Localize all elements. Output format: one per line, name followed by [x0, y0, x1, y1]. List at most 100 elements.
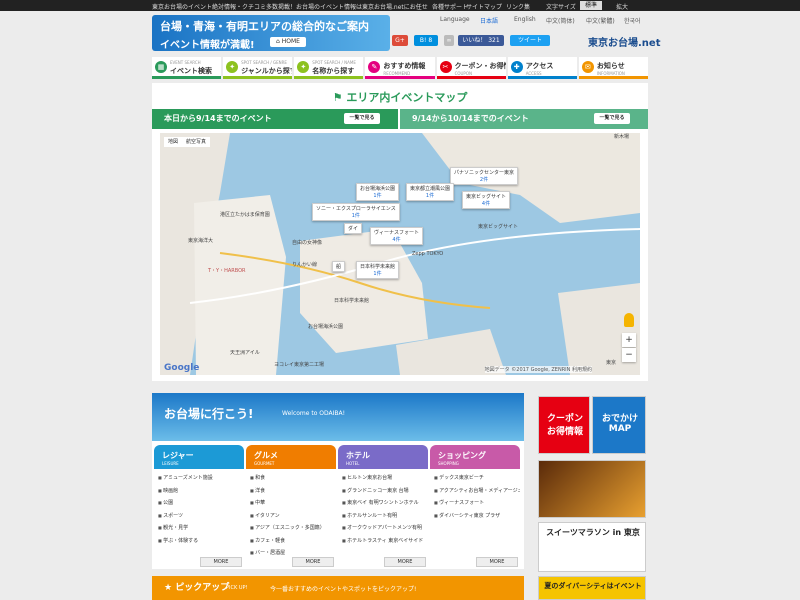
- marker-count[interactable]: 1件: [410, 192, 450, 199]
- list-item[interactable]: ホテルトラスティ 東京ベイサイド: [342, 535, 428, 548]
- nav-information[interactable]: ✉ お知らせ INFORMATION: [578, 57, 648, 79]
- list-item[interactable]: アクアシティお台場・メディアージュ: [434, 485, 520, 498]
- header: 台場・青海・有明エリアの総合的なご案内 イベント情報が満載! ⌂ HOME La…: [152, 11, 660, 53]
- more-button[interactable]: MORE: [476, 557, 518, 567]
- map-marker[interactable]: ダイ: [344, 223, 363, 234]
- marker-count[interactable]: 1件: [316, 212, 396, 219]
- marker-count[interactable]: 1件: [360, 270, 395, 277]
- nav-name-search[interactable]: ✦ SPOT SEARCH / NAME 名称から探す: [294, 57, 364, 79]
- coupon-banner[interactable]: クーポンお得情報: [538, 396, 590, 454]
- sitemap-link[interactable]: サイトマップ: [466, 2, 502, 11]
- marker-count[interactable]: 2件: [454, 176, 514, 183]
- sweets-marathon-banner[interactable]: スイーツマラソン in 東京: [538, 522, 646, 572]
- list-item[interactable]: 映画館: [158, 485, 244, 498]
- zoom-out-button[interactable]: −: [622, 348, 636, 362]
- map-marker[interactable]: 東京都立潮風公園 1件: [406, 183, 455, 201]
- list-item[interactable]: 学ぶ・体験する: [158, 535, 244, 548]
- marker-count[interactable]: 4件: [374, 236, 419, 243]
- list-item[interactable]: オークウッドアパートメンツ有明: [342, 522, 428, 535]
- like-label: いいね！: [462, 37, 487, 44]
- list-item[interactable]: ホテルサンルート有明: [342, 510, 428, 523]
- lang-chinese-simplified[interactable]: 中文(简体): [546, 16, 575, 25]
- street-view-pegman-icon[interactable]: [624, 313, 634, 327]
- list-item[interactable]: 公園: [158, 497, 244, 510]
- list-item[interactable]: イタリアン: [250, 510, 336, 523]
- nav-label: 名称から探す: [312, 67, 355, 75]
- map-type-satellite[interactable]: 航空写真: [182, 137, 210, 147]
- links-link[interactable]: リンク集: [506, 2, 530, 11]
- font-large-button[interactable]: 拡大: [616, 2, 628, 11]
- hatena-button[interactable]: B! 8: [414, 35, 438, 46]
- category-header[interactable]: ショッピング SHOPPING: [430, 445, 520, 469]
- marker-count[interactable]: 4件: [466, 200, 506, 207]
- support-link[interactable]: 各種サポート: [432, 2, 468, 11]
- list-item[interactable]: グランドニッコー東京 台場: [342, 485, 428, 498]
- gplus-button[interactable]: G+: [392, 35, 408, 46]
- font-standard-button[interactable]: 標準: [580, 1, 602, 10]
- view-all-button[interactable]: 一覧で見る: [594, 113, 630, 124]
- map-marker[interactable]: 船: [332, 261, 346, 272]
- site-logo[interactable]: 台場・青海・有明エリアの総合的なご案内 イベント情報が満載! ⌂ HOME: [152, 15, 390, 51]
- nav-coupon[interactable]: ✂クーポン・お得情報COUPON: [436, 57, 506, 79]
- food-event-banner[interactable]: [538, 460, 646, 518]
- map-marker[interactable]: 東京ビッグサイト 4件: [462, 191, 511, 209]
- nav-label: アクセス: [525, 62, 554, 70]
- go-title: お台場に行こう!: [164, 407, 254, 421]
- map-credit[interactable]: 地図データ ©2017 Google, ZENRIN 利用規約: [484, 366, 592, 373]
- map-marker[interactable]: お台場海浜公園 1件: [356, 183, 400, 201]
- category-title: レジャー: [162, 451, 194, 460]
- land-shinagawa: [194, 195, 286, 375]
- home-button[interactable]: ⌂ HOME: [270, 37, 306, 47]
- nav-recommend[interactable]: ✎ おすすめ情報 RECOMMEND: [365, 57, 435, 79]
- lang-english[interactable]: English: [514, 16, 536, 23]
- event-map-section: ⚑ エリア内イベントマップ 本日から9/14までのイベント 一覧で見る 9/14…: [152, 83, 648, 381]
- list-item[interactable]: ヒルトン東京お台場: [342, 472, 428, 485]
- zoom-in-button[interactable]: +: [622, 333, 636, 347]
- marker-name: 船: [336, 264, 342, 270]
- list-item[interactable]: カフェ・軽食: [250, 535, 336, 548]
- lang-korean[interactable]: 한국어: [624, 16, 641, 25]
- map-title-text: エリア内イベントマップ: [346, 91, 468, 104]
- lang-chinese-traditional[interactable]: 中文(繁體): [586, 16, 615, 25]
- outing-map-banner[interactable]: おでかけMAP: [592, 396, 646, 454]
- tab-today-events[interactable]: 本日から9/14までのイベント 一覧で見る: [152, 109, 398, 129]
- more-button[interactable]: MORE: [384, 557, 426, 567]
- google-map[interactable]: 地図 航空写真 東京海洋大 T・Y・HARBOR りんかい線 日本科学未来館 お…: [160, 133, 640, 375]
- map-type-control: 地図 航空写真: [164, 137, 211, 147]
- list-item[interactable]: 観光・見学: [158, 522, 244, 535]
- logo-line2: イベント情報が満載!: [160, 40, 255, 51]
- list-item[interactable]: スポーツ: [158, 510, 244, 523]
- map-marker[interactable]: ヴィーナスフォート 4件: [370, 227, 424, 245]
- nav-label: お知らせ: [596, 62, 625, 70]
- map-marker[interactable]: ソニー・エクスプローラサイエンス 1件: [312, 203, 400, 221]
- link-icon[interactable]: ∞: [444, 35, 454, 46]
- tweet-button[interactable]: ツイート: [510, 35, 550, 46]
- category-header[interactable]: レジャー LEISURE: [154, 445, 244, 469]
- list-item[interactable]: ヴィーナスフォート: [434, 497, 520, 510]
- facebook-like-button[interactable]: いいね！ 321: [458, 35, 504, 46]
- tab-upcoming-events[interactable]: 9/14から10/14までのイベント 一覧で見る: [400, 109, 648, 129]
- list-item[interactable]: 東京ベイ 有明ワシントンホテル: [342, 497, 428, 510]
- brand-logo[interactable]: 東京お台場.net: [588, 34, 660, 49]
- category-header[interactable]: グルメ GOURMET: [246, 445, 336, 469]
- map-type-map[interactable]: 地図: [164, 137, 182, 147]
- list-item[interactable]: ダイバーシティ東京 プラザ: [434, 510, 520, 523]
- nav-event-search[interactable]: ▦ EVENT SEARCH イベント検索: [152, 57, 222, 79]
- list-item[interactable]: 中華: [250, 497, 336, 510]
- list-item[interactable]: デックス東京ビーチ: [434, 472, 520, 485]
- marker-count[interactable]: 1件: [360, 192, 395, 199]
- nav-access[interactable]: ✚ アクセス ACCESS: [507, 57, 577, 79]
- map-marker[interactable]: 日本科学未来館 1件: [356, 261, 400, 279]
- view-all-button[interactable]: 一覧で見る: [344, 113, 380, 124]
- map-marker[interactable]: パナソニックセンター東京 2件: [450, 167, 519, 185]
- nav-genre-search[interactable]: ✦ SPOT SEARCH / GENRE ジャンルから探す: [223, 57, 293, 79]
- more-button[interactable]: MORE: [200, 557, 242, 567]
- list-item[interactable]: 和食: [250, 472, 336, 485]
- category-header[interactable]: ホテル HOTEL: [338, 445, 428, 469]
- list-item[interactable]: アジア（エスニック・多国籍）: [250, 522, 336, 535]
- lang-japanese[interactable]: 日本語: [480, 16, 498, 25]
- list-item[interactable]: アミューズメント施設: [158, 472, 244, 485]
- more-button[interactable]: MORE: [292, 557, 334, 567]
- summer-banner[interactable]: 夏のダイバーシティはイベント: [538, 576, 646, 600]
- list-item[interactable]: 洋食: [250, 485, 336, 498]
